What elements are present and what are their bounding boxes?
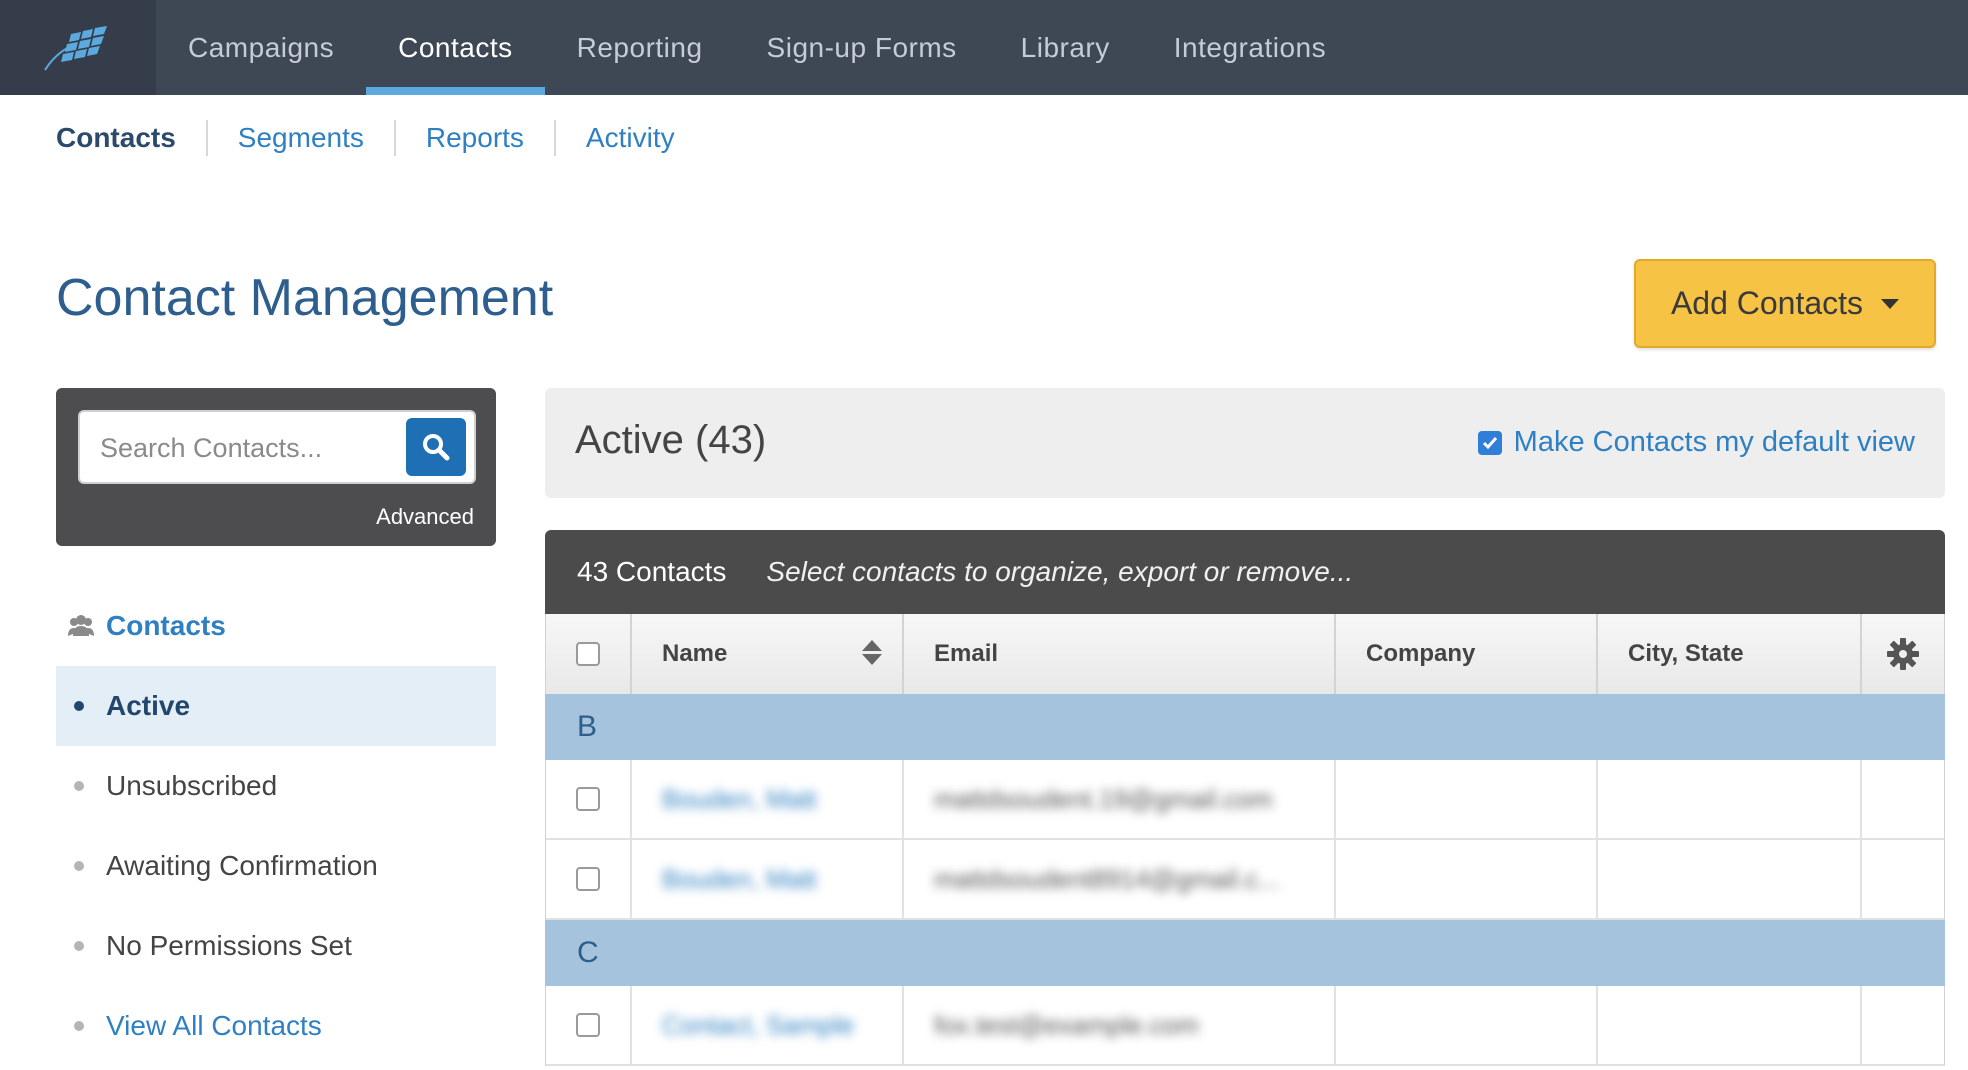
list-header-panel: Active (43) Make Contacts my default vie… — [545, 388, 1945, 498]
row-spacer-cell — [1862, 760, 1944, 838]
email-cell: fox.test@example.com — [904, 986, 1336, 1064]
nav-contacts[interactable]: Contacts — [366, 0, 545, 95]
row-checkbox[interactable] — [576, 1013, 600, 1037]
column-label: Company — [1366, 640, 1476, 667]
sidebar-item-unsubscribed[interactable]: Unsubscribed — [56, 746, 496, 826]
table-toolbar: 43 Contacts Select contacts to organize,… — [545, 530, 1945, 614]
column-label: Name — [662, 640, 728, 667]
sort-icon[interactable] — [862, 640, 882, 665]
group-row-b: B — [545, 694, 1945, 760]
select-all-cell — [546, 614, 632, 694]
table-header: Name Email Company City, State — [545, 614, 1945, 694]
table-row[interactable]: Contact, Sample fox.test@example.com — [545, 986, 1945, 1066]
sidebar-item-view-all[interactable]: View All Contacts — [56, 986, 496, 1066]
group-row-c: C — [545, 920, 1945, 986]
city-state-cell — [1598, 840, 1862, 918]
company-cell — [1336, 760, 1598, 838]
sidebar-item-awaiting-confirmation[interactable]: Awaiting Confirmation — [56, 826, 496, 906]
default-view-label: Make Contacts my default view — [1513, 426, 1915, 458]
add-contacts-button[interactable]: Add Contacts — [1634, 259, 1936, 348]
column-header-name[interactable]: Name — [632, 614, 904, 694]
row-checkbox[interactable] — [576, 867, 600, 891]
sidebar-item-label: No Permissions Set — [106, 930, 352, 961]
row-checkbox[interactable] — [576, 787, 600, 811]
column-label: Email — [934, 640, 999, 667]
nav-signup-forms[interactable]: Sign-up Forms — [735, 0, 989, 95]
bullet-icon — [74, 1021, 84, 1031]
bullet-icon — [74, 861, 84, 871]
table-row[interactable]: Bouden, Matt mattdsoudent.19@gmail.com — [545, 760, 1945, 840]
sidebar-item-label: Active — [106, 690, 191, 721]
sidebar-list: Active Unsubscribed Awaiting Confirmatio… — [56, 666, 496, 1066]
advanced-search-link[interactable]: Advanced — [376, 504, 474, 530]
search-icon — [423, 434, 450, 461]
company-cell — [1336, 840, 1598, 918]
gear-icon[interactable] — [1886, 637, 1920, 671]
column-label: City, State — [1628, 640, 1744, 667]
subnav-activity[interactable]: Activity — [553, 120, 705, 156]
email-cell: mattdsoudent.19@gmail.com — [904, 760, 1336, 838]
nav-campaigns[interactable]: Campaigns — [156, 0, 366, 95]
group-letter: B — [577, 710, 598, 743]
brand-logo-icon[interactable] — [0, 0, 156, 95]
subnav-contacts[interactable]: Contacts — [56, 120, 206, 156]
contact-email: mattdsoudent8914@gmail.c... — [934, 863, 1280, 894]
contact-email: mattdsoudent.19@gmail.com — [934, 783, 1273, 814]
top-navigation: Campaigns Contacts Reporting Sign-up For… — [0, 0, 1968, 95]
row-spacer-cell — [1862, 840, 1944, 918]
search-button[interactable] — [406, 418, 466, 476]
sidebar-item-no-permissions[interactable]: No Permissions Set — [56, 906, 496, 986]
sidebar-item-label: Unsubscribed — [106, 770, 278, 801]
column-settings-cell — [1862, 614, 1944, 694]
name-cell: Bouden, Matt — [632, 760, 904, 838]
chevron-down-icon — [1881, 298, 1900, 309]
checkbox-checked-icon[interactable] — [1477, 430, 1502, 455]
city-state-cell — [1598, 986, 1862, 1064]
search-panel: Advanced — [56, 388, 496, 546]
nav-library[interactable]: Library — [989, 0, 1142, 95]
select-all-checkbox[interactable] — [576, 642, 600, 666]
search-input[interactable] — [100, 428, 400, 468]
search-field-wrapper — [78, 410, 476, 484]
contact-name-link[interactable]: Bouden, Matt — [662, 864, 817, 895]
contact-count: 43 Contacts — [577, 556, 727, 587]
list-title: Active (43) — [575, 418, 767, 462]
name-cell: Contact, Sample — [632, 986, 904, 1064]
company-cell — [1336, 986, 1598, 1064]
row-checkbox-cell — [546, 986, 632, 1064]
contact-name-link[interactable]: Contact, Sample — [662, 1010, 854, 1041]
sidebar-header[interactable]: Contacts — [66, 610, 226, 642]
subnav-reports[interactable]: Reports — [393, 120, 554, 156]
column-header-company[interactable]: Company — [1336, 614, 1598, 694]
selection-hint: Select contacts to organize, export or r… — [766, 556, 1354, 587]
subnav-segments[interactable]: Segments — [205, 120, 394, 156]
row-spacer-cell — [1862, 986, 1944, 1064]
email-cell: mattdsoudent8914@gmail.c... — [904, 840, 1336, 918]
nav-reporting[interactable]: Reporting — [545, 0, 735, 95]
sidebar-item-label: Awaiting Confirmation — [106, 850, 378, 881]
sub-navigation: Contacts Segments Reports Activity — [56, 118, 705, 158]
column-header-email[interactable]: Email — [904, 614, 1336, 694]
bullet-icon — [74, 781, 84, 791]
nav-integrations[interactable]: Integrations — [1142, 0, 1358, 95]
name-cell: Bouden, Matt — [632, 840, 904, 918]
users-icon — [68, 615, 94, 636]
page-title: Contact Management — [56, 269, 554, 327]
sidebar-item-label: View All Contacts — [106, 1010, 322, 1041]
column-header-city-state[interactable]: City, State — [1598, 614, 1862, 694]
sidebar-item-active[interactable]: Active — [56, 666, 496, 746]
row-checkbox-cell — [546, 840, 632, 918]
default-view-toggle[interactable]: Make Contacts my default view — [1477, 426, 1915, 459]
bullet-icon — [74, 941, 84, 951]
row-checkbox-cell — [546, 760, 632, 838]
table-row[interactable]: Bouden, Matt mattdsoudent8914@gmail.c... — [545, 840, 1945, 920]
contact-email: fox.test@example.com — [934, 1009, 1199, 1040]
sidebar-header-label: Contacts — [106, 610, 226, 641]
bullet-icon — [74, 701, 84, 711]
contact-name-link[interactable]: Bouden, Matt — [662, 784, 817, 815]
add-contacts-label: Add Contacts — [1670, 285, 1864, 321]
city-state-cell — [1598, 760, 1862, 838]
group-letter: C — [577, 936, 599, 969]
